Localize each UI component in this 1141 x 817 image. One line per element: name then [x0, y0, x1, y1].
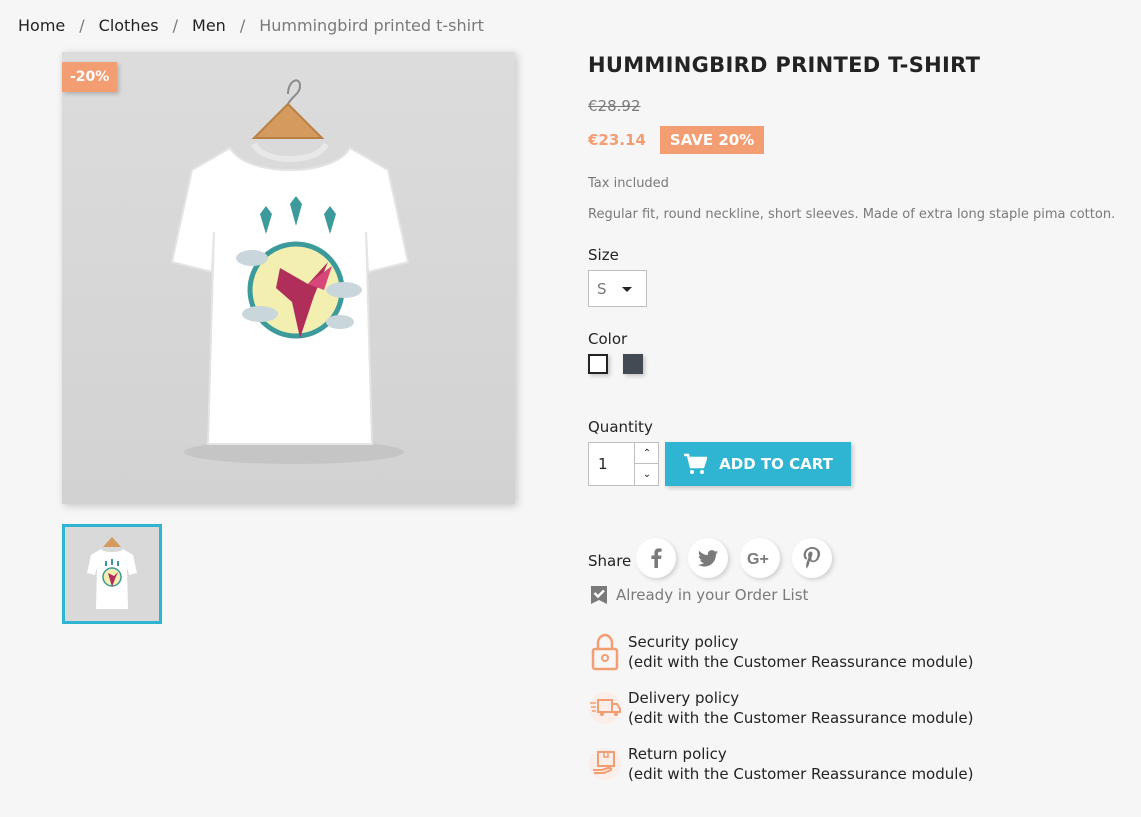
current-price: €23.14 — [588, 131, 646, 149]
shopping-cart-icon — [684, 453, 708, 474]
size-select[interactable]: S — [588, 270, 647, 307]
add-to-cart-button[interactable]: Add to cart — [665, 442, 851, 486]
breadcrumb-men[interactable]: Men — [192, 16, 226, 35]
reassurance-delivery: Delivery policy (edit with the Customer … — [588, 688, 974, 728]
reassurance-return: Return policy (edit with the Customer Re… — [588, 744, 974, 784]
share-facebook-button[interactable] — [636, 538, 676, 578]
pinterest-icon — [803, 547, 821, 569]
breadcrumb: Home / Clothes / Men / Hummingbird print… — [18, 16, 484, 35]
thumbnail-tshirt-illustration — [87, 537, 137, 609]
truck-icon — [589, 692, 621, 724]
price-row: €23.14 Save 20% — [588, 126, 765, 154]
breadcrumb-separator: / — [79, 16, 85, 35]
quantity-input[interactable]: 1 — [598, 455, 608, 473]
breadcrumb-separator: / — [239, 16, 246, 35]
breadcrumb-separator: / — [172, 16, 179, 35]
color-swatch-black[interactable] — [623, 354, 643, 374]
tshirt-illustration — [170, 79, 410, 464]
order-list-label: Already in your Order List — [616, 586, 809, 604]
quantity-label: Quantity — [588, 418, 653, 436]
tax-label: Tax included — [588, 176, 669, 191]
facebook-icon — [651, 548, 662, 568]
breadcrumb-current: Hummingbird printed t-shirt — [259, 16, 484, 35]
share-pinterest-button[interactable] — [792, 538, 832, 578]
size-select-value: S — [597, 279, 607, 298]
googleplus-icon: G+ — [747, 551, 769, 567]
share-label: Share — [588, 552, 632, 570]
return-policy-subtitle: (edit with the Customer Reassurance modu… — [628, 765, 974, 783]
share-googleplus-button[interactable]: G+ — [740, 538, 780, 578]
discount-flag: -20% — [62, 62, 118, 92]
product-description: Regular fit, round neckline, short sleev… — [588, 207, 1116, 222]
product-cover-image[interactable] — [62, 52, 515, 504]
regular-price: €28.92 — [588, 97, 641, 115]
svg-text:G+: G+ — [747, 551, 769, 567]
add-to-cart-label: Add to cart — [719, 455, 833, 473]
discount-badge: Save 20% — [659, 126, 765, 154]
breadcrumb-clothes[interactable]: Clothes — [99, 16, 159, 35]
quantity-stepper[interactable]: 1 ⌃ ⌄ — [588, 442, 659, 486]
quantity-spinner: ⌃ ⌄ — [634, 443, 659, 485]
order-list-status[interactable]: Already in your Order List — [588, 584, 808, 606]
breadcrumb-home[interactable]: Home — [18, 16, 65, 35]
chevron-down-icon[interactable]: ⌄ — [635, 464, 659, 485]
size-label: Size — [588, 246, 619, 264]
return-policy-title: Return policy — [628, 745, 727, 763]
twitter-icon — [698, 549, 718, 566]
bookmark-check-icon — [591, 586, 607, 604]
product-title: Hummingbird printed t-shirt — [588, 53, 981, 77]
color-swatch-white[interactable] — [588, 354, 608, 374]
security-policy-title: Security policy — [628, 633, 739, 651]
delivery-policy-title: Delivery policy — [628, 689, 740, 707]
chevron-up-icon[interactable]: ⌃ — [635, 443, 659, 464]
return-box-icon — [589, 748, 621, 780]
color-label: Color — [588, 330, 628, 348]
security-policy-subtitle: (edit with the Customer Reassurance modu… — [628, 653, 974, 671]
delivery-policy-subtitle: (edit with the Customer Reassurance modu… — [628, 709, 974, 727]
product-thumbnail[interactable] — [62, 524, 162, 624]
share-twitter-button[interactable] — [688, 538, 728, 578]
caret-down-icon — [622, 287, 632, 292]
lock-icon — [591, 633, 619, 671]
reassurance-security: Security policy (edit with the Customer … — [588, 632, 974, 672]
